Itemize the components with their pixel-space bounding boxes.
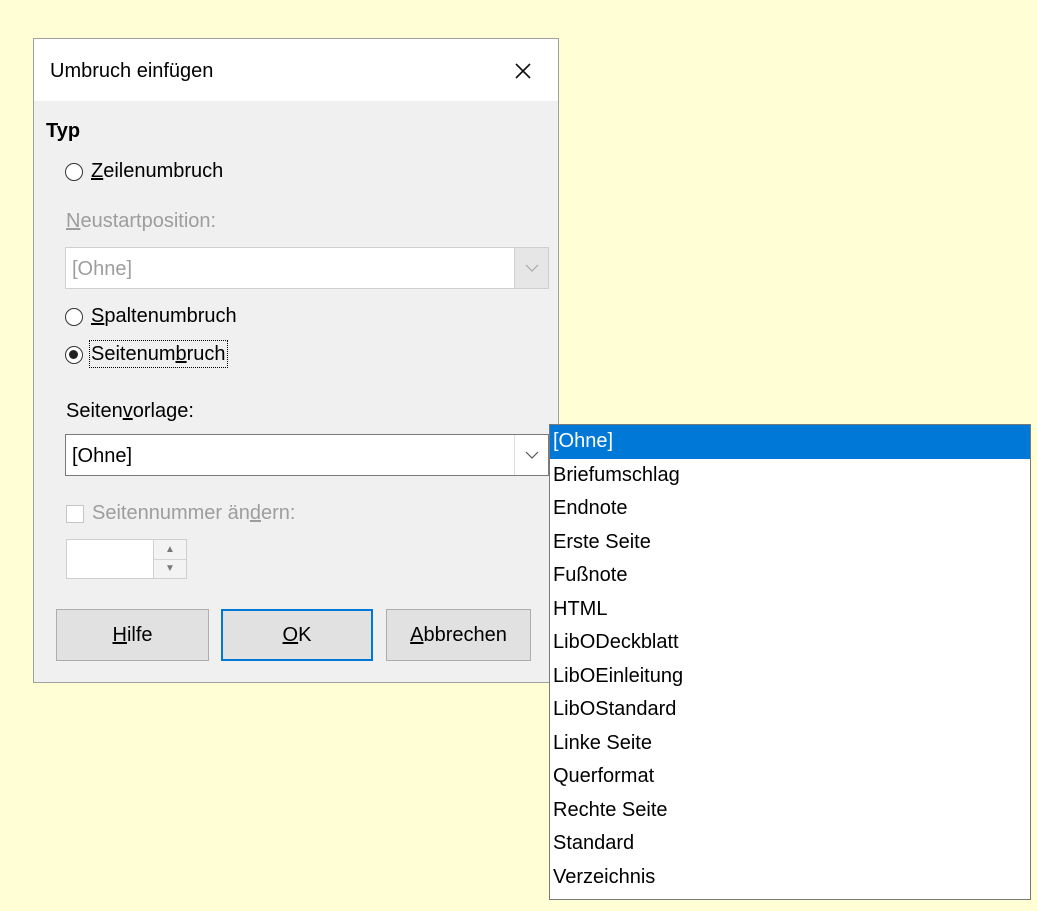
- page-style-label: Seitenvorlage:: [66, 400, 194, 422]
- column-break-label[interactable]: Spaltenumbruch: [91, 304, 237, 328]
- dropdown-item[interactable]: Verzeichnis: [550, 861, 1030, 895]
- dialog-title: Umbruch einfügen: [50, 60, 214, 82]
- page-break-label[interactable]: Seitenumbruch: [89, 340, 228, 368]
- dropdown-item[interactable]: Endnote: [550, 492, 1030, 526]
- change-page-number-label[interactable]: Seitennummer ändern:: [92, 501, 295, 525]
- dropdown-item[interactable]: Querformat: [550, 760, 1030, 794]
- page-style-dropdown-list[interactable]: [Ohne] Briefumschlag Endnote Erste Seite…: [549, 424, 1031, 900]
- column-break-radio[interactable]: [65, 308, 83, 326]
- insert-break-dialog: Umbruch einfügen Typ Zeilenumbruch Neust…: [33, 38, 559, 683]
- cancel-button[interactable]: Abbrechen: [386, 609, 531, 661]
- dialog-titlebar: Umbruch einfügen: [34, 39, 558, 101]
- chevron-up-icon[interactable]: ▲: [154, 540, 186, 560]
- page-style-value: [Ohne]: [72, 445, 133, 467]
- page-number-stepper[interactable]: ▲ ▼: [66, 539, 187, 579]
- restart-position-value: [Ohne]: [72, 258, 133, 280]
- close-icon[interactable]: [506, 54, 540, 88]
- page-break-radio[interactable]: [65, 346, 83, 364]
- restart-position-combo[interactable]: [Ohne]: [65, 247, 549, 289]
- chevron-down-icon[interactable]: [514, 435, 548, 475]
- line-break-radio[interactable]: [65, 163, 83, 181]
- chevron-down-icon[interactable]: ▼: [154, 559, 186, 578]
- change-page-number-checkbox[interactable]: [66, 505, 84, 523]
- dropdown-item[interactable]: Standard: [550, 827, 1030, 861]
- restart-position-label: Neustartposition:: [66, 210, 217, 232]
- dropdown-item[interactable]: Erste Seite: [550, 526, 1030, 560]
- line-break-label[interactable]: Zeilenumbruch: [91, 159, 223, 183]
- dropdown-item[interactable]: LibOStandard: [550, 693, 1030, 727]
- dropdown-item[interactable]: Linke Seite: [550, 727, 1030, 761]
- ok-button[interactable]: OK: [221, 609, 373, 661]
- dropdown-item[interactable]: Briefumschlag: [550, 459, 1030, 493]
- dropdown-item[interactable]: HTML: [550, 593, 1030, 627]
- type-section-title: Typ: [46, 120, 81, 142]
- page-style-combo[interactable]: [Ohne]: [65, 434, 549, 476]
- dropdown-item[interactable]: Rechte Seite: [550, 794, 1030, 828]
- chevron-down-icon[interactable]: [514, 248, 548, 288]
- stepper-buttons: ▲ ▼: [153, 540, 186, 578]
- help-button[interactable]: Hilfe: [56, 609, 209, 661]
- dropdown-item[interactable]: Fußnote: [550, 559, 1030, 593]
- dropdown-item[interactable]: LibODeckblatt: [550, 626, 1030, 660]
- dropdown-item[interactable]: [Ohne]: [550, 425, 1030, 459]
- dropdown-item[interactable]: LibOEinleitung: [550, 660, 1030, 694]
